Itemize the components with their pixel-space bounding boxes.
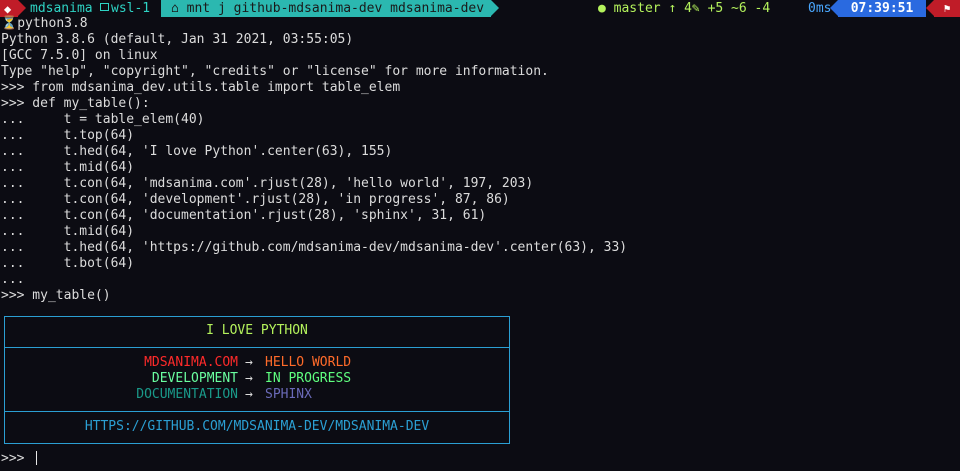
output-line: >>> from mdsanima_dev.utils.table import… xyxy=(1,80,401,95)
table-divider xyxy=(5,411,509,412)
output-line: ... t.con(64, 'documentation'.rjust(28),… xyxy=(1,208,487,223)
username: mdsanima xyxy=(30,1,93,16)
output-line: ... t.mid(64) xyxy=(1,224,135,239)
output-line: >>> my_table() xyxy=(1,288,111,303)
output-line: ... t.hed(64, 'https://github.com/mdsani… xyxy=(1,240,628,255)
command-line: ⏳python3.8 xyxy=(1,16,88,32)
arrow-icon: → xyxy=(245,387,253,402)
row-key: DOCUMENTATION xyxy=(136,387,238,402)
os-segment: ◆ xyxy=(0,0,18,17)
output-line: ... t.mid(64) xyxy=(1,160,135,175)
text-cursor[interactable] xyxy=(36,451,38,465)
table-footer: HTTPS://GITHUB.COM/MDSANIMA-DEV/MDSANIMA… xyxy=(84,419,430,434)
output-line: ... t.con(64, 'mdsanima.com'.rjust(28), … xyxy=(1,176,534,191)
time-segment: 07:39:51 xyxy=(838,0,926,17)
output-table: I LOVE PYTHON MDSANIMA.COM → HELLO WORLD… xyxy=(4,316,510,444)
output-line: [GCC 7.5.0] on linux xyxy=(1,48,158,63)
host-segment: wsl-1 xyxy=(100,0,150,17)
hourglass-icon: ⏳ xyxy=(1,16,18,31)
prompt-statusbar: ◆ mdsanima wsl-1 ⌂ mnt j github-mdsanima… xyxy=(0,0,960,17)
segment-separator xyxy=(18,0,26,16)
table-divider xyxy=(5,347,509,348)
git-status: master ↑ 4✎ +5 ~6 -4 xyxy=(613,1,771,16)
repl-prompt: >>> xyxy=(1,451,33,466)
segment-separator xyxy=(830,0,838,16)
github-icon: ● xyxy=(598,1,614,16)
row-value: HELLO WORLD xyxy=(265,355,352,370)
row-value: SPHINX xyxy=(265,387,312,402)
row-value: IN PROGRESS xyxy=(265,371,352,386)
path-segment: ⌂ mnt j github-mdsanima-dev mdsanima-dev xyxy=(161,0,491,17)
hostname: wsl-1 xyxy=(111,1,151,16)
command-text: python3.8 xyxy=(17,16,88,31)
elapsed-segment: 0ms xyxy=(808,0,831,17)
row-key: MDSANIMA.COM xyxy=(144,355,238,370)
elapsed-time: 0ms xyxy=(808,1,832,16)
flag-icon: ⚑ xyxy=(934,0,960,17)
row-key: DEVELOPMENT xyxy=(151,371,238,386)
output-line: ... t.bot(64) xyxy=(1,256,135,271)
output-line: ... t.top(64) xyxy=(1,128,135,143)
output-line: ... xyxy=(1,272,25,287)
output-line: Python 3.8.6 (default, Jan 31 2021, 03:5… xyxy=(1,32,354,47)
clock-time: 07:39:51 xyxy=(850,1,914,16)
git-segment: ● master ↑ 4✎ +5 ~6 -4 xyxy=(598,0,770,17)
table-header: I LOVE PYTHON xyxy=(206,323,308,338)
laptop-icon xyxy=(100,3,109,11)
output-line: ... t = table_elem(40) xyxy=(1,112,205,127)
output-line: ... t.con(64, 'development'.rjust(28), '… xyxy=(1,192,510,207)
folder-home-icon: ⌂ xyxy=(171,1,187,16)
current-path: mnt j github-mdsanima-dev mdsanima-dev xyxy=(186,1,485,16)
arrow-icon: → xyxy=(245,371,253,386)
segment-separator xyxy=(926,0,934,16)
arrow-icon: → xyxy=(245,355,253,370)
output-line: ... t.hed(64, 'I love Python'.center(63)… xyxy=(1,144,393,159)
segment-separator xyxy=(491,0,499,16)
user-segment: mdsanima xyxy=(30,0,93,17)
repl-input-line[interactable]: >>> xyxy=(1,451,38,467)
output-line: >>> def my_table(): xyxy=(1,96,150,111)
output-line: Type "help", "copyright", "credits" or "… xyxy=(1,64,549,79)
